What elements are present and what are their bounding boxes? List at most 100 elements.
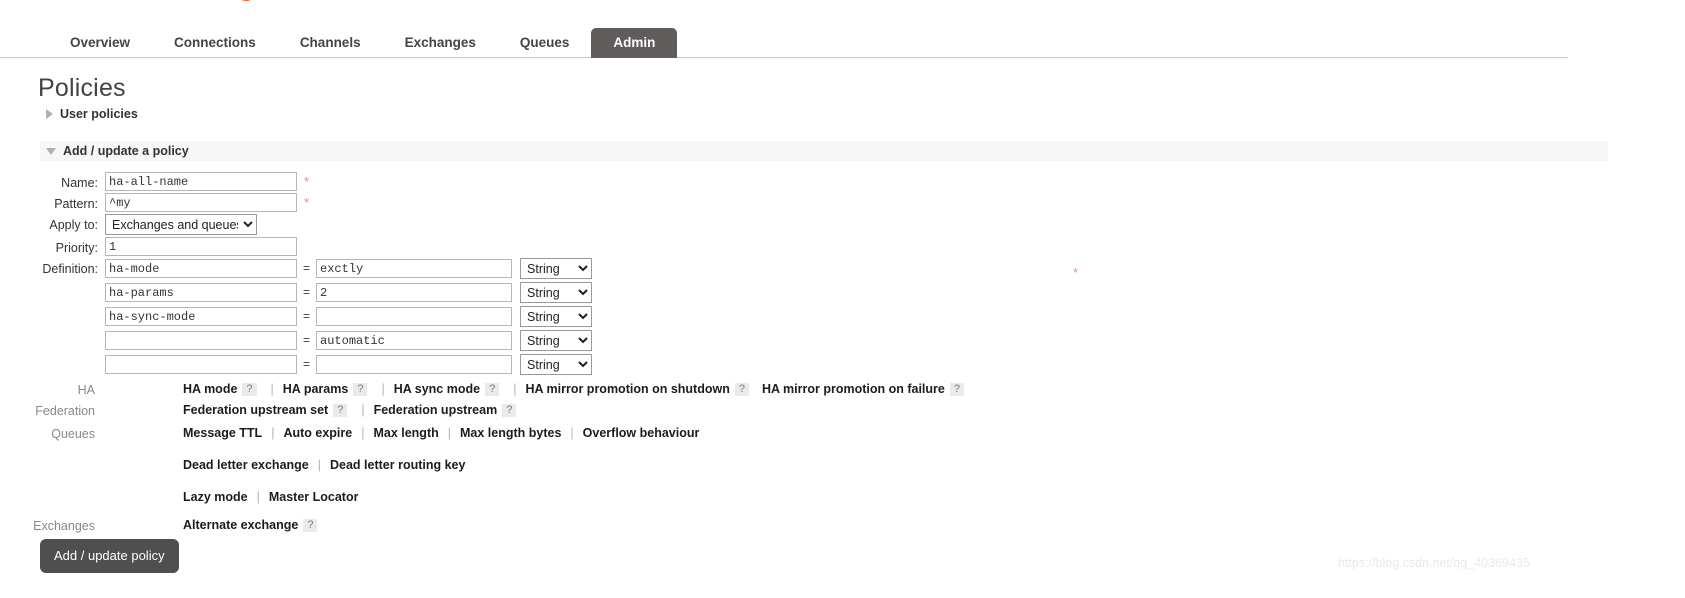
definition-type-select-5[interactable]: String: [520, 354, 593, 375]
pattern-field-cell: *: [105, 193, 309, 212]
help-icon-federation-upstream[interactable]: ?: [502, 403, 517, 417]
user-policies-collapsible[interactable]: User policies: [46, 107, 138, 121]
hint-group-queues: Queues Message TTL | Auto expire | Max l…: [0, 426, 1685, 504]
definition-value-input-4[interactable]: [316, 331, 513, 350]
policy-form: * Name: * Pattern: * Apply to: Exchanges…: [0, 172, 1685, 378]
hint-links-federation: Federation upstream set ? | Federation u…: [105, 403, 521, 417]
definition-label-spacer-4: [0, 330, 105, 334]
definition-value-input-3[interactable]: [316, 307, 513, 326]
help-icon-federation-upstream-set[interactable]: ?: [333, 403, 348, 417]
priority-input[interactable]: [105, 237, 297, 256]
hint-separator: |: [270, 382, 274, 396]
equals-sign-2: =: [303, 285, 311, 299]
hint-link-alternate-exchange[interactable]: Alternate exchange: [183, 518, 298, 532]
definition-type-select-1[interactable]: String: [520, 258, 593, 279]
help-icon-ha-mirror-promotion-shutdown[interactable]: ?: [734, 382, 749, 396]
add-update-policy-label: Add / update a policy: [63, 144, 189, 158]
definition-key-input-2[interactable]: [105, 283, 297, 302]
hint-link-ha-mirror-promotion-failure[interactable]: HA mirror promotion on failure: [762, 382, 945, 396]
help-icon-ha-mode[interactable]: ?: [242, 382, 257, 396]
name-input[interactable]: [105, 172, 297, 191]
definition-type-select-4[interactable]: String: [520, 330, 593, 351]
help-icon-ha-params[interactable]: ?: [353, 382, 368, 396]
hint-link-ha-sync-mode[interactable]: HA sync mode: [394, 382, 480, 396]
main-navigation: Overview Connections Channels Exchanges …: [0, 28, 1568, 58]
definition-field-cell-5: = String: [105, 354, 593, 375]
priority-field-cell: [105, 237, 297, 256]
definition-value-input-2[interactable]: [316, 283, 513, 302]
policy-definition-hints: HA HA mode ? | HA params ? | HA sync mod…: [0, 382, 1685, 537]
form-row-priority: Priority:: [0, 237, 1685, 256]
pattern-input[interactable]: [105, 193, 297, 212]
definition-type-select-3[interactable]: String: [520, 306, 593, 327]
definition-label: Definition:: [42, 262, 98, 276]
tab-overview[interactable]: Overview: [48, 28, 152, 58]
hint-separator: |: [256, 490, 260, 504]
hint-link-ha-mirror-promotion-shutdown[interactable]: HA mirror promotion on shutdown: [525, 382, 729, 396]
form-row-definition-2: = String: [0, 282, 1685, 303]
hint-group-exchanges: Exchanges Alternate exchange ?: [0, 518, 1685, 533]
hint-separator: |: [317, 458, 321, 472]
form-row-pattern: Pattern: *: [0, 193, 1685, 212]
hint-group-label-exchanges: Exchanges: [33, 519, 95, 533]
hint-link-dead-letter-exchange[interactable]: Dead letter exchange: [183, 458, 309, 472]
help-icon-ha-mirror-promotion-failure[interactable]: ?: [949, 382, 964, 396]
hint-link-master-locator[interactable]: Master Locator: [269, 490, 359, 504]
watermark-text: https://blog.csdn.net/qq_40369435: [1338, 556, 1530, 570]
add-update-policy-button[interactable]: Add / update policy: [40, 539, 179, 573]
help-icon-ha-sync-mode[interactable]: ?: [485, 382, 500, 396]
definition-key-input-4[interactable]: [105, 331, 297, 350]
apply-to-select[interactable]: Exchanges and queues: [105, 214, 257, 235]
hint-link-federation-upstream-set[interactable]: Federation upstream set: [183, 403, 328, 417]
hint-separator: |: [361, 426, 365, 440]
tab-channels[interactable]: Channels: [278, 28, 383, 58]
definition-label-spacer-2: [0, 282, 105, 286]
definition-label-spacer-3: [0, 306, 105, 310]
chevron-right-icon: [46, 109, 53, 119]
definition-key-input-1[interactable]: [105, 259, 297, 278]
help-icon-alternate-exchange[interactable]: ?: [303, 518, 318, 532]
hint-separator: |: [361, 403, 365, 417]
tab-exchanges[interactable]: Exchanges: [383, 28, 498, 58]
hint-link-ha-mode[interactable]: HA mode: [183, 382, 237, 396]
hint-link-auto-expire[interactable]: Auto expire: [283, 426, 352, 440]
definition-type-select-2[interactable]: String: [520, 282, 593, 303]
hint-line-queues-1: Message TTL | Auto expire | Max length |…: [183, 426, 699, 440]
definition-label-spacer-5: [0, 354, 105, 358]
hint-link-overflow-behaviour[interactable]: Overflow behaviour: [583, 426, 700, 440]
name-label: Name:: [61, 176, 98, 190]
apply-to-label: Apply to:: [49, 218, 98, 232]
hint-link-dead-letter-routing-key[interactable]: Dead letter routing key: [330, 458, 465, 472]
add-update-policy-collapsible[interactable]: Add / update a policy: [40, 141, 1608, 161]
definition-value-input-5[interactable]: [316, 355, 513, 374]
hint-link-max-length-bytes[interactable]: Max length bytes: [460, 426, 561, 440]
definition-key-input-5[interactable]: [105, 355, 297, 374]
hint-link-federation-upstream[interactable]: Federation upstream: [374, 403, 498, 417]
hint-group-ha: HA HA mode ? | HA params ? | HA sync mod…: [0, 382, 1685, 397]
hint-group-label-queues: Queues: [51, 427, 95, 441]
tab-queues[interactable]: Queues: [498, 28, 592, 58]
name-required-marker: *: [304, 174, 310, 189]
name-field-cell: *: [105, 172, 309, 191]
page-title: Policies: [38, 74, 126, 102]
hint-group-federation: Federation Federation upstream set ? | F…: [0, 403, 1685, 418]
rabbitmq-management-page: RabbitMQ TM 3.7.16 Erlang 22.1 Overview …: [0, 0, 1685, 598]
form-row-name: Name: *: [0, 172, 1685, 191]
hint-link-lazy-mode[interactable]: Lazy mode: [183, 490, 248, 504]
definition-required-marker: *: [1073, 265, 1079, 280]
hint-link-ha-params[interactable]: HA params: [283, 382, 349, 396]
hint-line-queues-2: Dead letter exchange | Dead letter routi…: [183, 458, 699, 472]
form-row-apply-to: Apply to: Exchanges and queues: [0, 214, 1685, 235]
definition-key-input-3[interactable]: [105, 307, 297, 326]
definition-value-input-1[interactable]: [316, 259, 513, 278]
tab-connections[interactable]: Connections: [152, 28, 278, 58]
app-header: RabbitMQ TM 3.7.16 Erlang 22.1: [0, 0, 1685, 20]
hint-group-label-federation: Federation: [35, 404, 95, 418]
hint-link-message-ttl[interactable]: Message TTL: [183, 426, 262, 440]
hint-group-label-ha: HA: [77, 383, 95, 397]
hint-separator: |: [271, 426, 275, 440]
hint-link-max-length[interactable]: Max length: [373, 426, 438, 440]
hint-separator: |: [381, 382, 385, 396]
definition-field-cell-2: = String: [105, 282, 593, 303]
tab-admin[interactable]: Admin: [591, 28, 678, 58]
